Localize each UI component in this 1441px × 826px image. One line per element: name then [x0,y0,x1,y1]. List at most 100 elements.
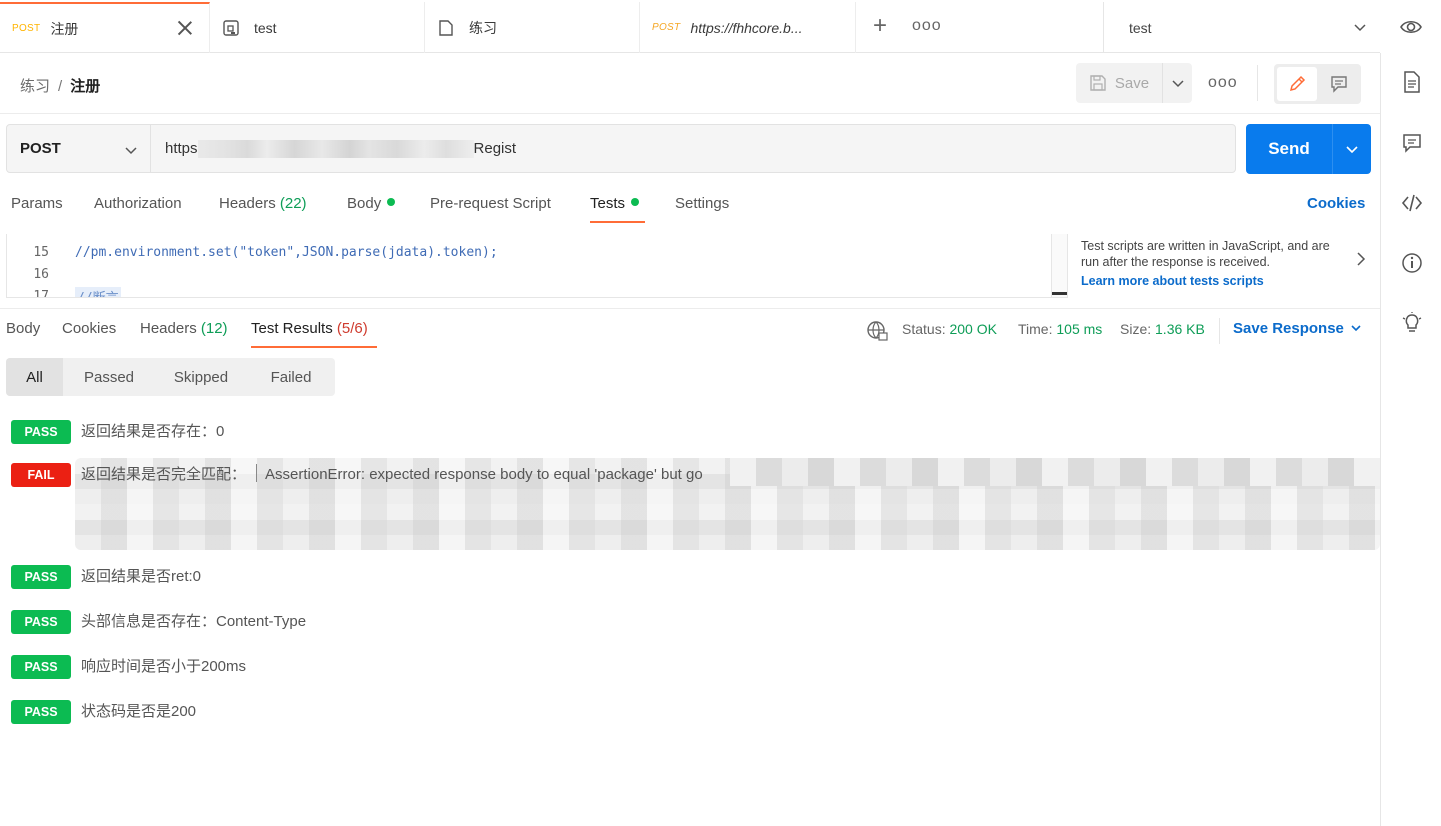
comment-icon [1331,76,1347,93]
scroll-thumb[interactable] [1052,292,1067,295]
snippets-panel: Test scripts are written in JavaScript, … [1081,239,1341,290]
size-label: Size: [1120,321,1152,337]
save-options-button[interactable] [1162,63,1192,103]
pass-badge: PASS [11,700,71,724]
response-tabs: Body Cookies Headers (12) Test Results (… [0,312,1380,352]
pass-badge: PASS [11,655,71,679]
tab-settings[interactable]: Settings [675,195,729,212]
test-name: 状态码是否是200 [81,703,197,720]
save-button[interactable]: Save [1076,63,1162,103]
tab-body[interactable]: Body [347,195,396,212]
tab-count: (12) [200,320,228,337]
send-button-group: Send [1246,124,1371,174]
time-label: Time: [1018,321,1053,337]
tab-headers[interactable]: Headers (22) [219,195,307,212]
tab-response-cookies[interactable]: Cookies [62,320,116,337]
response-status: Status: 200 OK [902,321,997,337]
breadcrumb-parent[interactable]: 练习 [20,78,50,95]
editor-scrollbar[interactable] [1051,234,1067,297]
tab-pre-request-script[interactable]: Pre-request Script [430,195,551,212]
line-number: 17 [33,288,49,298]
test-result-row: FAIL 返回结果是否完全匹配： AssertionError: expected… [11,463,703,487]
save-response-button[interactable]: Save Response [1233,320,1362,337]
tab-test[interactable]: test [210,2,425,53]
tab-url-request[interactable]: POST https://fhhcore.b... [640,2,856,53]
comment-mode-button[interactable] [1320,67,1358,101]
tab-practice[interactable]: 练习 [425,2,640,53]
filter-skipped[interactable]: Skipped [155,358,247,396]
tab-authorization[interactable]: Authorization [94,195,182,212]
divider [1257,65,1258,101]
status-dot [631,198,640,206]
chevron-down-icon [1171,80,1184,88]
breadcrumb-current[interactable]: 注册 [70,78,100,95]
line-number: 16 [33,266,49,282]
tab-label: 注册 [50,20,79,37]
test-results-filter: All Passed Skipped Failed [6,358,335,396]
pencil-icon [1289,75,1306,92]
more-options-icon[interactable]: ooo [1208,73,1237,93]
tab-label: Headers [219,195,276,212]
comments-icon[interactable] [1400,131,1424,155]
code-icon[interactable] [1400,191,1424,215]
tab-test-results[interactable]: Test Results (5/6) [251,320,368,337]
size-value: 1.36 KB [1155,321,1205,337]
eye-icon[interactable] [1396,12,1426,42]
test-result-row: PASS 返回结果是否ret:0 [11,565,201,589]
code-line: 15 //pm.environment.set("token",JSON.par… [7,241,497,263]
breadcrumb: 练习 / 注册 [20,75,100,96]
right-sidebar [1380,53,1441,826]
chevron-right-icon[interactable] [1354,251,1368,267]
close-icon[interactable] [175,18,195,38]
tab-label: Settings [675,195,730,212]
tab-register[interactable]: POST 注册 [0,2,210,53]
time-value: 105 ms [1056,321,1103,337]
learn-more-link[interactable]: Learn more about tests scripts [1081,274,1341,290]
tab-bar: POST 注册 test 练习 POST https://fhhcore.b..… [0,0,1422,53]
more-tabs-icon[interactable]: ooo [912,13,941,41]
tab-count: (22) [279,195,307,212]
chevron-down-icon [125,147,137,155]
filter-all[interactable]: All [6,358,63,396]
filter-passed[interactable]: Passed [63,358,155,396]
redacted-error-detail [730,458,1380,486]
tab-response-body[interactable]: Body [6,320,40,337]
url-suffix: Regist [473,140,517,157]
test-result-row: PASS 返回结果是否存在：0 [11,420,224,444]
edit-mode-button[interactable] [1277,67,1317,101]
tab-response-headers[interactable]: Headers (12) [140,320,228,337]
tab-label: Headers [140,320,197,337]
filter-failed[interactable]: Failed [247,358,335,396]
code-line: 17 //断言 [7,285,121,298]
send-button[interactable]: Send [1246,124,1332,174]
lightbulb-icon[interactable] [1400,311,1424,335]
environment-label: test [1129,19,1152,36]
test-name: 响应时间是否小于200ms [81,658,247,675]
info-icon[interactable] [1400,251,1424,275]
code-line: 16 [7,263,75,285]
documentation-icon[interactable] [1400,70,1424,94]
save-label: Save [1114,74,1150,92]
method-select[interactable]: POST [7,125,151,172]
collection-icon [437,19,455,37]
tab-params[interactable]: Params [11,195,63,212]
network-globe-icon[interactable] [866,320,888,342]
new-tab-button[interactable]: + [866,13,894,41]
divider [0,308,1380,309]
response-time: Time: 105 ms [1018,321,1102,337]
url-redacted [197,139,474,158]
test-script-editor[interactable]: 15 //pm.environment.set("token",JSON.par… [6,234,1068,298]
environment-select[interactable]: test [1103,2,1381,53]
tab-tests[interactable]: Tests [590,195,640,212]
status-label: Status: [902,321,946,337]
pass-badge: PASS [11,420,71,444]
error-separator [256,464,258,482]
test-result-row: PASS 头部信息是否存在：Content-Type [11,610,306,634]
tab-label: 练习 [469,19,497,36]
pass-badge: PASS [11,565,71,589]
chevron-down-icon [1351,325,1361,332]
cookies-link[interactable]: Cookies [1307,195,1365,212]
url-input[interactable]: https Regist [151,125,1231,172]
send-options-button[interactable] [1332,124,1371,174]
tab-method-tag: POST [12,23,41,34]
